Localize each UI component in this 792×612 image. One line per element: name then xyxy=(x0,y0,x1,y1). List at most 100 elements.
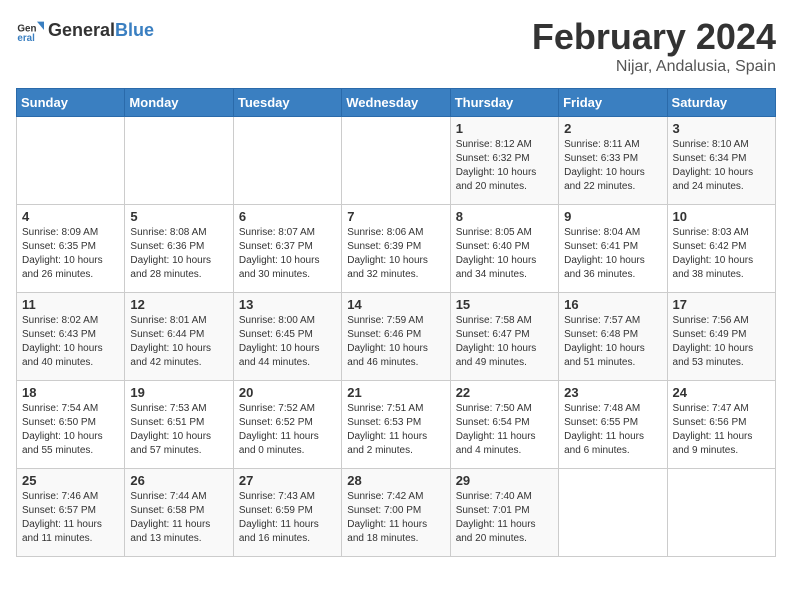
day-info: Sunrise: 7:44 AMSunset: 6:58 PMDaylight:… xyxy=(130,490,227,546)
weekday-header: SundayMondayTuesdayWednesdayThursdayFrid… xyxy=(17,89,776,117)
day-number: 12 xyxy=(130,297,227,312)
calendar-cell: 2Sunrise: 8:11 AMSunset: 6:33 PMDaylight… xyxy=(559,117,667,205)
day-number: 1 xyxy=(456,121,553,136)
day-info: Sunrise: 7:57 AMSunset: 6:48 PMDaylight:… xyxy=(564,314,661,370)
day-info: Sunrise: 7:58 AMSunset: 6:47 PMDaylight:… xyxy=(456,314,553,370)
calendar-cell xyxy=(559,469,667,557)
calendar-cell: 25Sunrise: 7:46 AMSunset: 6:57 PMDayligh… xyxy=(17,469,125,557)
calendar-cell: 27Sunrise: 7:43 AMSunset: 6:59 PMDayligh… xyxy=(233,469,341,557)
day-info: Sunrise: 8:08 AMSunset: 6:36 PMDaylight:… xyxy=(130,226,227,282)
day-number: 14 xyxy=(347,297,444,312)
calendar-cell: 7 Sunrise: 8:06 AMSunset: 6:39 PMDaylight… xyxy=(342,205,450,293)
logo-text-general: General xyxy=(48,20,115,40)
logo-text-blue: Blue xyxy=(115,20,154,40)
calendar-cell: 23 Sunrise: 7:48 AMSunset: 6:55 PMDayligh… xyxy=(559,381,667,469)
day-number: 29 xyxy=(456,473,553,488)
calendar-cell: 17 Sunrise: 7:56 AMSunset: 6:49 PMDayligh… xyxy=(667,293,775,381)
day-info: Sunrise: 8:05 AMSunset: 6:40 PMDaylight:… xyxy=(456,226,553,282)
calendar-cell: 5 Sunrise: 8:08 AMSunset: 6:36 PMDaylight… xyxy=(125,205,233,293)
day-info: Sunrise: 8:00 AMSunset: 6:45 PMDaylight:… xyxy=(239,314,336,370)
day-info: Sunrise: 7:51 AMSunset: 6:53 PMDaylight:… xyxy=(347,402,444,458)
day-number: 23 xyxy=(564,385,661,400)
calendar-cell: 4 Sunrise: 8:09 AMSunset: 6:35 PMDaylight… xyxy=(17,205,125,293)
day-info: Sunrise: 8:04 AMSunset: 6:41 PMDaylight:… xyxy=(564,226,661,282)
weekday-header-thursday: Thursday xyxy=(450,89,558,117)
day-info: Sunrise: 8:06 AMSunset: 6:39 PMDaylight:… xyxy=(347,226,444,282)
day-info: Sunrise: 8:01 AMSunset: 6:44 PMDaylight:… xyxy=(130,314,227,370)
day-info: Sunrise: 8:07 AMSunset: 6:37 PMDaylight:… xyxy=(239,226,336,282)
day-number: 19 xyxy=(130,385,227,400)
day-number: 27 xyxy=(239,473,336,488)
day-number: 13 xyxy=(239,297,336,312)
calendar-week-3: 11Sunrise: 8:02 AMSunset: 6:43 PMDayligh… xyxy=(17,293,776,381)
calendar-cell: 29 Sunrise: 7:40 AMSunset: 7:01 PMDayligh… xyxy=(450,469,558,557)
weekday-header-wednesday: Wednesday xyxy=(342,89,450,117)
day-info: Sunrise: 7:47 AMSunset: 6:56 PMDaylight:… xyxy=(673,402,770,458)
month-title: February 2024 xyxy=(532,16,776,58)
calendar-cell: 16 Sunrise: 7:57 AMSunset: 6:48 PMDayligh… xyxy=(559,293,667,381)
calendar-cell: 6 Sunrise: 8:07 AMSunset: 6:37 PMDaylight… xyxy=(233,205,341,293)
calendar-cell xyxy=(667,469,775,557)
calendar-cell xyxy=(233,117,341,205)
weekday-header-friday: Friday xyxy=(559,89,667,117)
calendar-cell xyxy=(17,117,125,205)
calendar-cell: 24 Sunrise: 7:47 AMSunset: 6:56 PMDayligh… xyxy=(667,381,775,469)
day-number: 17 xyxy=(673,297,770,312)
calendar-cell: 22Sunrise: 7:50 AMSunset: 6:54 PMDayligh… xyxy=(450,381,558,469)
calendar-cell: 21 Sunrise: 7:51 AMSunset: 6:53 PMDayligh… xyxy=(342,381,450,469)
day-number: 6 xyxy=(239,209,336,224)
day-number: 9 xyxy=(564,209,661,224)
day-info: Sunrise: 7:40 AMSunset: 7:01 PMDaylight:… xyxy=(456,490,553,546)
calendar-cell: 14Sunrise: 7:59 AMSunset: 6:46 PMDayligh… xyxy=(342,293,450,381)
day-info: Sunrise: 8:11 AMSunset: 6:33 PMDaylight:… xyxy=(564,138,661,194)
day-number: 28 xyxy=(347,473,444,488)
day-number: 16 xyxy=(564,297,661,312)
day-number: 11 xyxy=(22,297,119,312)
day-info: Sunrise: 7:54 AMSunset: 6:50 PMDaylight:… xyxy=(22,402,119,458)
location-title: Nijar, Andalusia, Spain xyxy=(532,58,776,76)
calendar-cell xyxy=(342,117,450,205)
weekday-header-monday: Monday xyxy=(125,89,233,117)
day-number: 8 xyxy=(456,209,553,224)
svg-text:eral: eral xyxy=(17,33,35,44)
day-number: 18 xyxy=(22,385,119,400)
weekday-header-sunday: Sunday xyxy=(17,89,125,117)
day-number: 24 xyxy=(673,385,770,400)
day-number: 4 xyxy=(22,209,119,224)
day-info: Sunrise: 8:09 AMSunset: 6:35 PMDaylight:… xyxy=(22,226,119,282)
day-number: 21 xyxy=(347,385,444,400)
calendar-cell: 15 Sunrise: 7:58 AMSunset: 6:47 PMDayligh… xyxy=(450,293,558,381)
calendar-cell: 9 Sunrise: 8:04 AMSunset: 6:41 PMDaylight… xyxy=(559,205,667,293)
weekday-header-tuesday: Tuesday xyxy=(233,89,341,117)
calendar-cell: 8 Sunrise: 8:05 AMSunset: 6:40 PMDaylight… xyxy=(450,205,558,293)
calendar-cell: 11Sunrise: 8:02 AMSunset: 6:43 PMDayligh… xyxy=(17,293,125,381)
day-info: Sunrise: 8:12 AMSunset: 6:32 PMDaylight:… xyxy=(456,138,553,194)
day-number: 25 xyxy=(22,473,119,488)
day-number: 3 xyxy=(673,121,770,136)
calendar-body: 1 Sunrise: 8:12 AMSunset: 6:32 PMDaylight… xyxy=(17,117,776,557)
calendar-cell: 20 Sunrise: 7:52 AMSunset: 6:52 PMDayligh… xyxy=(233,381,341,469)
day-info: Sunrise: 8:03 AMSunset: 6:42 PMDaylight:… xyxy=(673,226,770,282)
day-info: Sunrise: 7:53 AMSunset: 6:51 PMDaylight:… xyxy=(130,402,227,458)
calendar-week-1: 1 Sunrise: 8:12 AMSunset: 6:32 PMDaylight… xyxy=(17,117,776,205)
calendar-cell xyxy=(125,117,233,205)
calendar-cell: 1 Sunrise: 8:12 AMSunset: 6:32 PMDaylight… xyxy=(450,117,558,205)
day-number: 7 xyxy=(347,209,444,224)
day-number: 15 xyxy=(456,297,553,312)
day-number: 20 xyxy=(239,385,336,400)
calendar-cell: 13 Sunrise: 8:00 AMSunset: 6:45 PMDayligh… xyxy=(233,293,341,381)
day-info: Sunrise: 8:10 AMSunset: 6:34 PMDaylight:… xyxy=(673,138,770,194)
calendar-cell: 12 Sunrise: 8:01 AMSunset: 6:44 PMDayligh… xyxy=(125,293,233,381)
weekday-header-saturday: Saturday xyxy=(667,89,775,117)
logo-icon: Gen eral xyxy=(16,16,44,44)
day-number: 10 xyxy=(673,209,770,224)
day-info: Sunrise: 7:48 AMSunset: 6:55 PMDaylight:… xyxy=(564,402,661,458)
day-number: 5 xyxy=(130,209,227,224)
day-info: Sunrise: 7:42 AMSunset: 7:00 PMDaylight:… xyxy=(347,490,444,546)
calendar-week-5: 25Sunrise: 7:46 AMSunset: 6:57 PMDayligh… xyxy=(17,469,776,557)
day-info: Sunrise: 7:56 AMSunset: 6:49 PMDaylight:… xyxy=(673,314,770,370)
day-info: Sunrise: 7:52 AMSunset: 6:52 PMDaylight:… xyxy=(239,402,336,458)
calendar-week-4: 18 Sunrise: 7:54 AMSunset: 6:50 PMDayligh… xyxy=(17,381,776,469)
day-info: Sunrise: 7:50 AMSunset: 6:54 PMDaylight:… xyxy=(456,402,553,458)
calendar-cell: 10 Sunrise: 8:03 AMSunset: 6:42 PMDayligh… xyxy=(667,205,775,293)
